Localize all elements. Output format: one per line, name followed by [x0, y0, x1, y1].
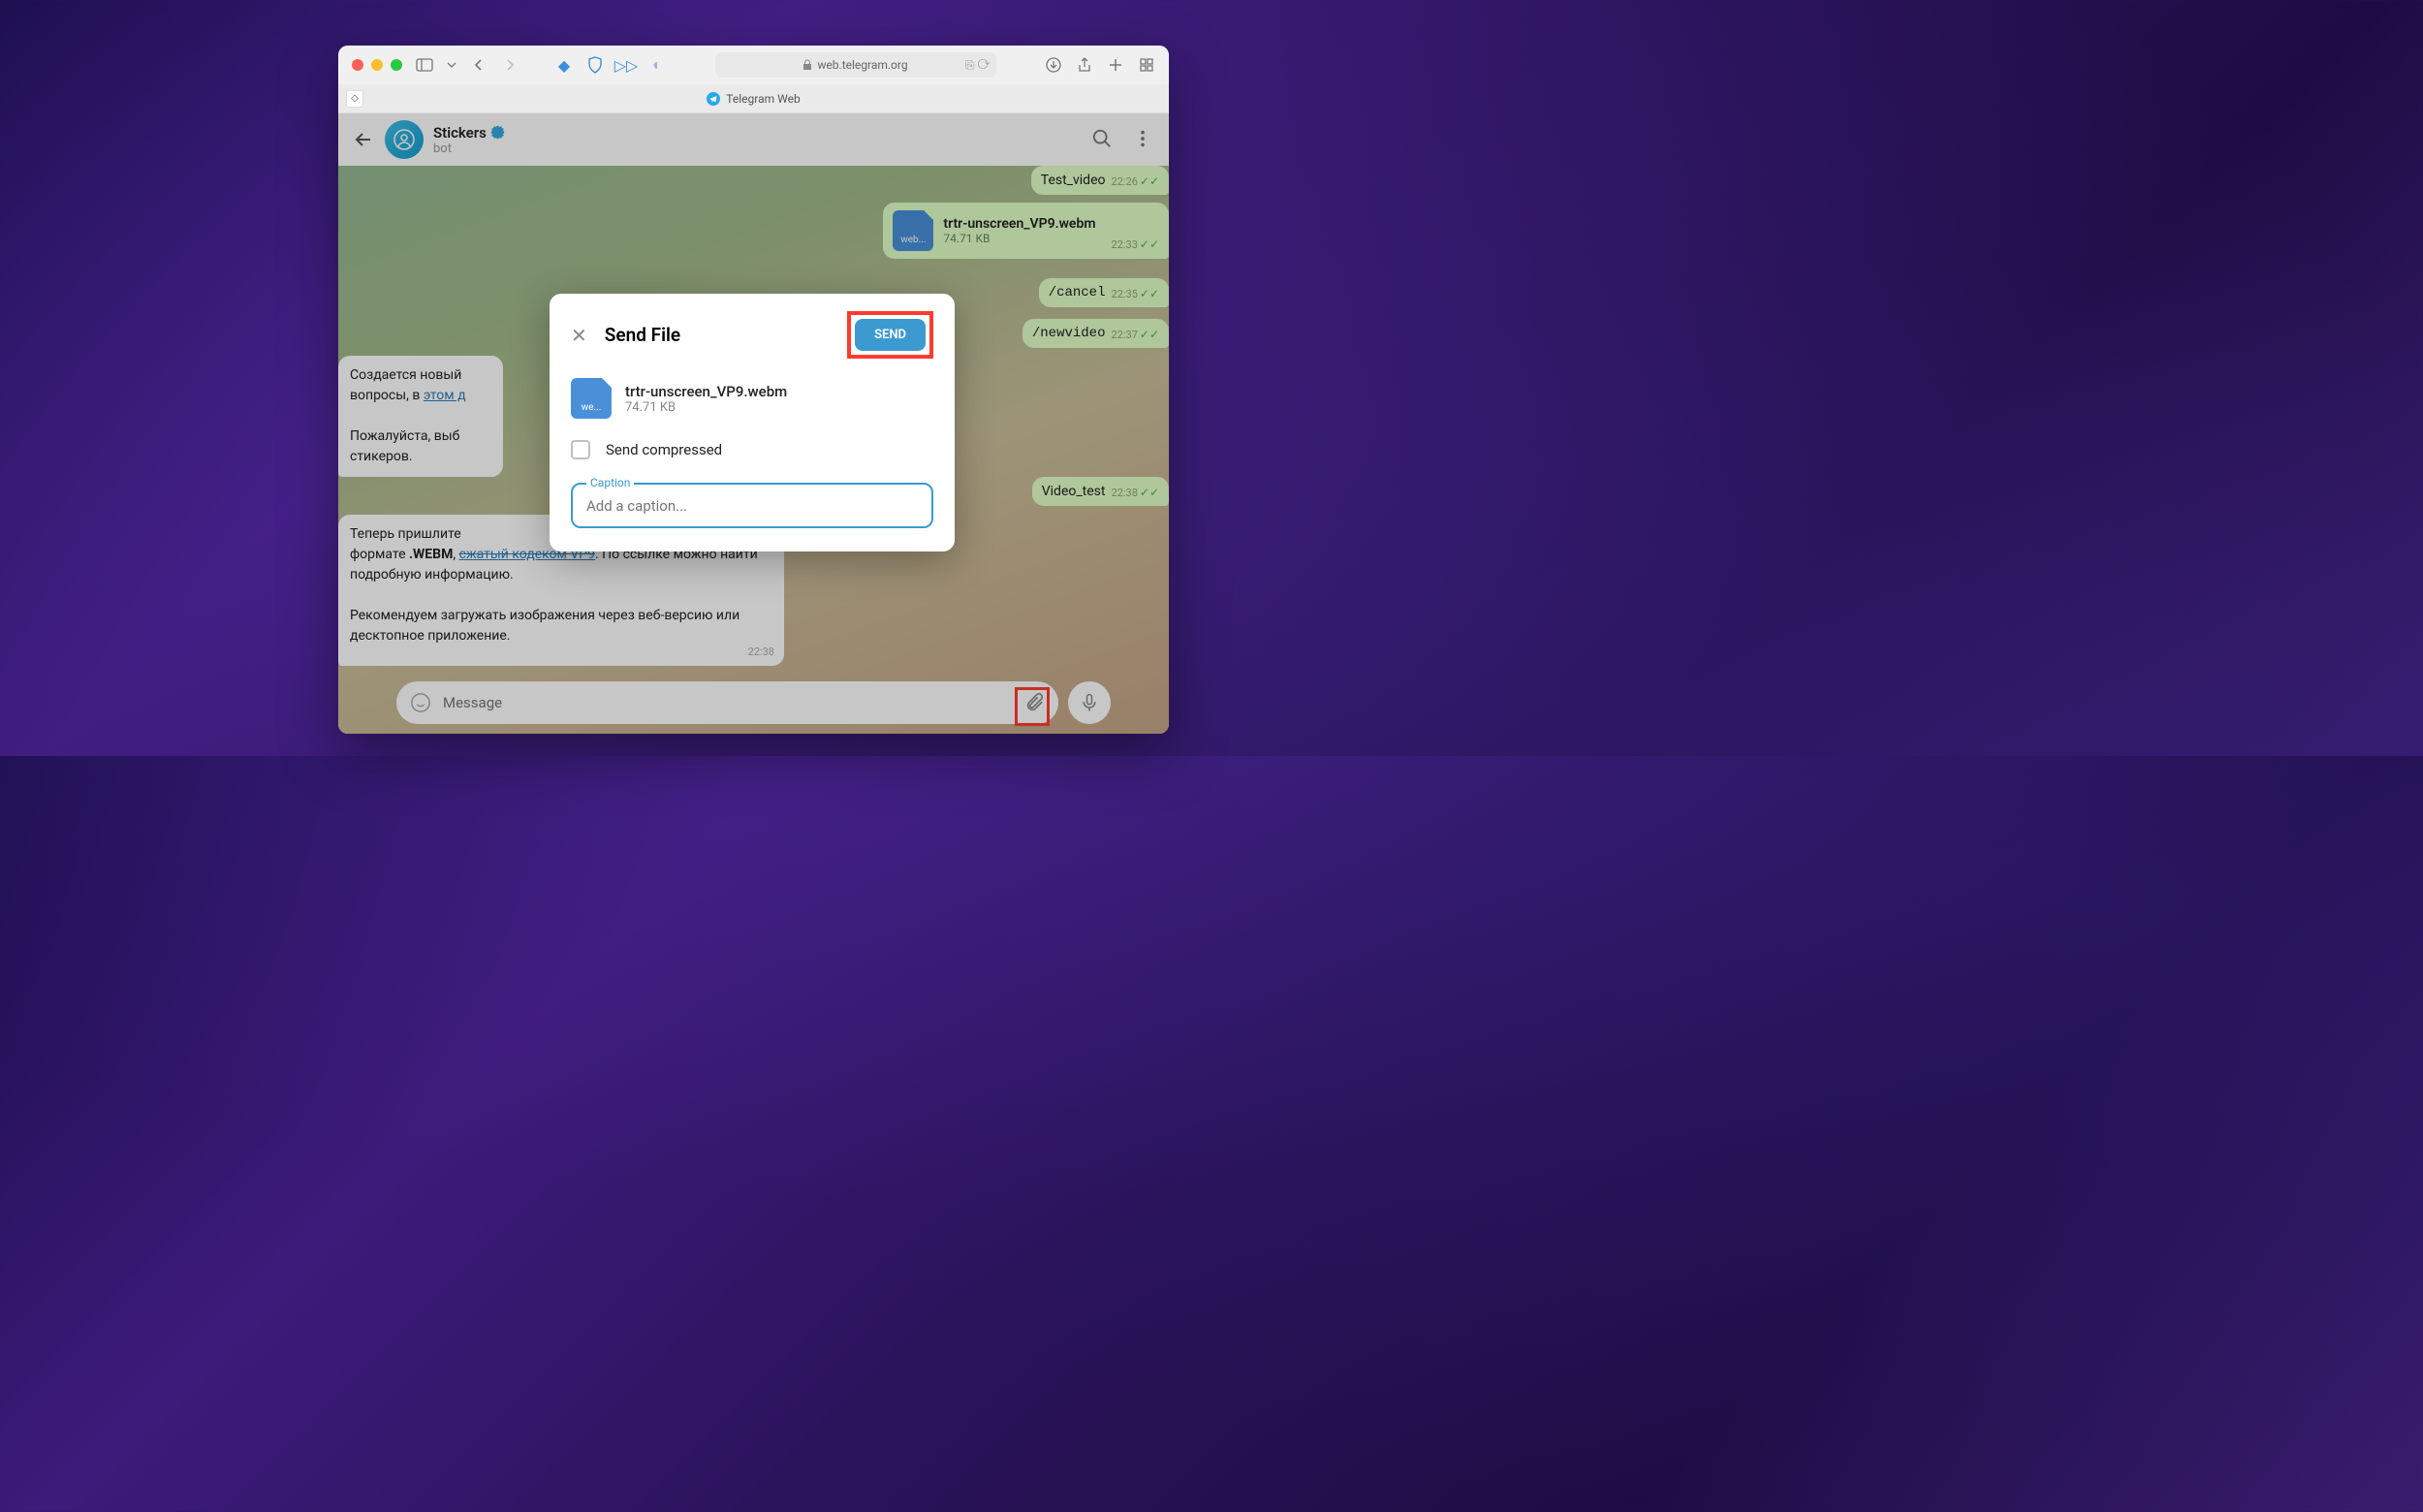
back-button[interactable] — [470, 56, 488, 74]
close-window-button[interactable] — [352, 59, 363, 71]
send-file-modal: ✕ Send File SEND we... trtr-unscreen_VP9… — [550, 294, 955, 551]
minimize-window-button[interactable] — [371, 59, 383, 71]
compress-checkbox-row[interactable]: Send compressed — [571, 440, 933, 459]
modal-title: Send File — [605, 324, 830, 346]
send-button-highlight: SEND — [847, 311, 933, 359]
maximize-window-button[interactable] — [391, 59, 402, 71]
caption-input[interactable] — [586, 497, 918, 515]
modal-file-row: we... trtr-unscreen_VP9.webm 74.71 KB — [571, 378, 933, 419]
file-icon: we... — [571, 378, 612, 419]
traffic-lights — [352, 59, 402, 71]
compress-label: Send compressed — [606, 441, 722, 458]
send-button[interactable]: SEND — [855, 319, 926, 351]
lock-icon — [802, 59, 812, 71]
telegram-icon — [707, 92, 720, 106]
chevron-down-icon[interactable] — [447, 56, 456, 74]
chat-ui: Stickers bot Test_video22:26✓✓ web... tr… — [338, 113, 1169, 734]
close-icon[interactable]: ✕ — [571, 324, 587, 347]
reader-icon[interactable]: ⎘ ⟳ — [965, 58, 990, 73]
forward-button[interactable] — [501, 56, 519, 74]
download-icon[interactable] — [1045, 56, 1062, 74]
extension-icon-3[interactable]: ◐ — [648, 56, 666, 74]
browser-window: ◆ ▷▷ ◐ web.telegram.org ⎘ ⟳ ◇ Telegram W… — [338, 46, 1169, 734]
caption-field[interactable]: Caption — [571, 483, 933, 528]
address-bar[interactable]: web.telegram.org ⎘ ⟳ — [715, 52, 996, 78]
tab-overview-icon[interactable] — [1138, 56, 1155, 74]
share-icon[interactable] — [1076, 56, 1093, 74]
shield-icon[interactable] — [586, 56, 604, 74]
checkbox-icon[interactable] — [571, 440, 590, 459]
tab-title: Telegram Web — [726, 92, 800, 106]
sidebar-icon[interactable] — [416, 56, 433, 74]
modal-file-size: 74.71 KB — [625, 400, 787, 415]
new-tab-button[interactable] — [1107, 56, 1124, 74]
modal-file-name: trtr-unscreen_VP9.webm — [625, 383, 787, 400]
extension-icon-2[interactable]: ▷▷ — [617, 56, 635, 74]
caption-label: Caption — [586, 476, 634, 489]
extension-icon-1[interactable]: ◆ — [555, 56, 573, 74]
pinned-extension-icon[interactable]: ◇ — [346, 90, 363, 108]
titlebar: ◆ ▷▷ ◐ web.telegram.org ⎘ ⟳ — [338, 46, 1169, 84]
tab-bar: ◇ Telegram Web — [338, 84, 1169, 113]
url-text: web.telegram.org — [817, 58, 907, 72]
